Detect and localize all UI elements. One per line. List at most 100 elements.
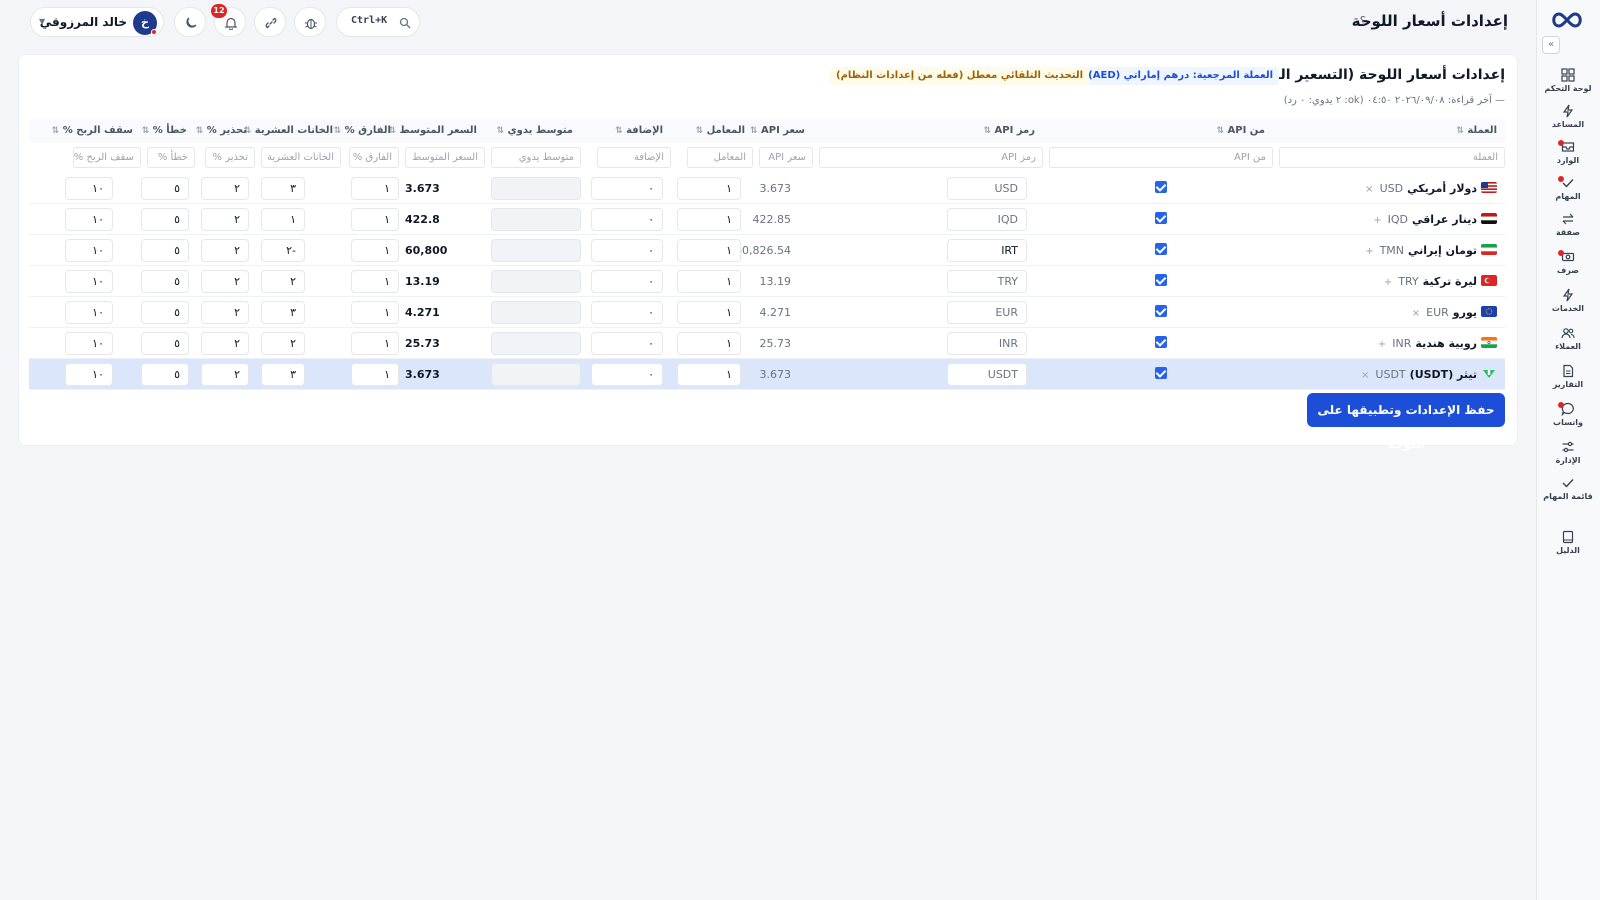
column-header-avg-price[interactable]: السعر المتوسط ⇅ (388, 119, 477, 143)
link-button[interactable] (254, 7, 286, 37)
manual-avg-input[interactable] (491, 239, 581, 262)
api-code-input[interactable]: EUR (947, 301, 1027, 324)
sidebar-item-13[interactable]: الدليل (1536, 530, 1600, 566)
spread-input[interactable]: ١ (351, 208, 399, 231)
warning-input[interactable]: ٢ (201, 332, 249, 355)
filter-api-rate-input[interactable]: سعر API (759, 147, 813, 168)
api-code-input[interactable]: IQD (947, 208, 1027, 231)
filter-manual-avg-input[interactable]: متوسط يدوي (491, 147, 581, 168)
factor-input[interactable]: ١ (677, 270, 741, 293)
filter-from-api-input[interactable]: من API (1049, 147, 1273, 168)
column-header-error[interactable]: خطأ % ⇅ (142, 119, 187, 143)
filter-spread-input[interactable]: الفارق % (349, 147, 399, 168)
spread-input[interactable]: ١ (351, 270, 399, 293)
from-api-checkbox[interactable] (1155, 212, 1167, 224)
column-header-spread[interactable]: الفارق % ⇅ (334, 119, 391, 143)
filter-profit-cap-input[interactable]: سقف الربح % (73, 147, 141, 168)
factor-input[interactable]: ١ (677, 208, 741, 231)
sidebar-item-3[interactable]: الوارد (1536, 140, 1600, 176)
search-button[interactable]: Ctrl+K (336, 7, 420, 37)
spread-input[interactable]: ١ (351, 301, 399, 324)
column-header-api-code[interactable]: رمز API ⇅ (984, 119, 1035, 143)
currency-action-icon[interactable]: × (1365, 184, 1373, 195)
filter-api-code-input[interactable]: رمز API (819, 147, 1043, 168)
api-code-input[interactable]: TRY (947, 270, 1027, 293)
filter-warning-input[interactable]: تحذير % (205, 147, 255, 168)
profit-cap-input[interactable]: ١٠ (65, 363, 113, 386)
sidebar-item-11[interactable]: الإدارة (1536, 440, 1600, 476)
factor-input[interactable]: ١ (677, 363, 741, 386)
manual-avg-input[interactable] (491, 363, 581, 386)
manual-avg-input[interactable] (491, 301, 581, 324)
sidebar-item-12[interactable]: قائمة المهام (1536, 476, 1600, 512)
profit-cap-input[interactable]: ١٠ (65, 270, 113, 293)
currency-action-icon[interactable]: + (1384, 277, 1392, 288)
table-row[interactable]: تيثر (USDT)USDT× USDT 3.673 ١ ٠ 3.673 ١ ٣ ٢ ٥ ١٠ (29, 359, 1505, 390)
addition-input[interactable]: ٠ (591, 332, 663, 355)
error-input[interactable]: ٥ (141, 208, 189, 231)
addition-input[interactable]: ٠ (591, 301, 663, 324)
manual-avg-input[interactable] (491, 332, 581, 355)
manual-avg-input[interactable] (491, 270, 581, 293)
table-row[interactable]: دينار عراقيIQD+ IQD 422.85 ١ ٠ 422.8 ١ ١ ٢ ٥ ١٠ (29, 204, 1505, 235)
factor-input[interactable]: ١ (677, 332, 741, 355)
spread-input[interactable]: ١ (351, 332, 399, 355)
spread-input[interactable]: ١ (351, 363, 399, 386)
addition-input[interactable]: ٠ (591, 208, 663, 231)
warning-input[interactable]: ٢ (201, 208, 249, 231)
currency-action-icon[interactable]: + (1378, 339, 1386, 350)
factor-input[interactable]: ١ (677, 239, 741, 262)
currency-action-icon[interactable]: + (1373, 215, 1381, 226)
api-code-input[interactable]: IRT (947, 239, 1027, 262)
sidebar-item-2[interactable]: المساعد (1536, 104, 1600, 140)
decimals-input[interactable]: ٣ (261, 177, 305, 200)
help-icon[interactable]: ؟ (1360, 14, 1366, 28)
filter-decimals-input[interactable]: الخانات العشرية (261, 147, 341, 168)
warning-input[interactable]: ٢ (201, 270, 249, 293)
from-api-checkbox[interactable] (1155, 243, 1167, 255)
filter-factor-input[interactable]: المعامل (687, 147, 753, 168)
decimals-input[interactable]: ٣ (261, 301, 305, 324)
currency-action-icon[interactable]: × (1412, 308, 1420, 319)
column-header-manual-avg[interactable]: متوسط يدوي ⇅ (496, 119, 573, 143)
from-api-checkbox[interactable] (1155, 181, 1167, 193)
sidebar-item-1[interactable]: لوحة التحكم (1536, 68, 1600, 104)
manual-avg-input[interactable] (491, 208, 581, 231)
from-api-checkbox[interactable] (1155, 274, 1167, 286)
filter-addition-input[interactable]: الإضافة (597, 147, 671, 168)
from-api-checkbox[interactable] (1155, 305, 1167, 317)
collapse-sidebar-button[interactable]: » (1542, 36, 1560, 54)
warning-input[interactable]: ٢ (201, 301, 249, 324)
sidebar-item-9[interactable]: التقارير (1536, 364, 1600, 400)
sidebar-item-6[interactable]: صرف (1536, 250, 1600, 286)
currency-action-icon[interactable]: × (1361, 370, 1369, 381)
filter-currency-input[interactable]: العملة (1279, 147, 1505, 168)
spread-input[interactable]: ١ (351, 177, 399, 200)
dark-mode-toggle[interactable] (174, 7, 206, 37)
spread-input[interactable]: ١ (351, 239, 399, 262)
api-code-input[interactable]: USD (947, 177, 1027, 200)
factor-input[interactable]: ١ (677, 177, 741, 200)
sidebar-item-4[interactable]: المهام (1536, 176, 1600, 212)
user-menu[interactable]: خ خالد المرزوقي ▼ (30, 7, 164, 37)
filter-error-input[interactable]: خطأ % (147, 147, 195, 168)
column-header-factor[interactable]: المعامل ⇅ (696, 119, 745, 143)
column-header-profit-cap[interactable]: سقف الربح % ⇅ (52, 119, 133, 143)
bug-report-button[interactable] (294, 7, 326, 37)
error-input[interactable]: ٥ (141, 239, 189, 262)
column-header-decimals[interactable]: الخانات العشرية ⇅ (244, 119, 333, 143)
column-header-currency[interactable]: العملة ⇅ (1456, 119, 1497, 143)
column-header-api-rate[interactable]: سعر API ⇅ (750, 119, 805, 143)
profit-cap-input[interactable]: ١٠ (65, 239, 113, 262)
warning-input[interactable]: ٢ (201, 177, 249, 200)
notifications-button[interactable]: 12 (211, 4, 246, 37)
decimals-input[interactable]: ٢ (261, 332, 305, 355)
warning-input[interactable]: ٢ (201, 239, 249, 262)
column-header-warning[interactable]: تحذير % ⇅ (196, 119, 247, 143)
save-settings-button[interactable]: حفظ الإعدادات وتطبيقها على اللوحة (1307, 393, 1505, 451)
error-input[interactable]: ٥ (141, 177, 189, 200)
addition-input[interactable]: ٠ (591, 270, 663, 293)
error-input[interactable]: ٥ (141, 270, 189, 293)
sidebar-item-8[interactable]: العملاء (1536, 326, 1600, 362)
table-row[interactable]: ليرة تركيةTRY+ TRY 13.19 ١ ٠ 13.19 ١ ٢ ٢ ٥ ١٠ (29, 266, 1505, 297)
